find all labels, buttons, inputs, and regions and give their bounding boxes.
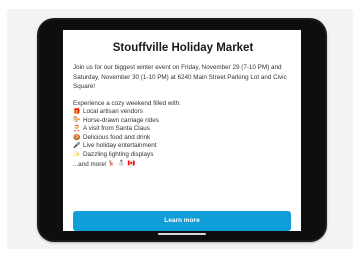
feature-label: Delicious food and drink (83, 133, 151, 141)
tablet-screen: Stouffville Holiday Market Join us for o… (63, 30, 301, 231)
horse-icon: 🐎 (73, 117, 81, 124)
list-item: ✨ Dazzling lighting displays (73, 151, 293, 160)
tablet-frame: Stouffville Holiday Market Join us for o… (37, 18, 327, 242)
snowman-icon: ⛄ (117, 160, 126, 167)
home-indicator (158, 233, 206, 235)
more-text: ...and more! (73, 160, 107, 168)
feature-label: A visit from Santa Claus (83, 125, 150, 133)
feature-label: Dazzling lighting displays (83, 151, 154, 159)
microphone-icon: 🎤 (73, 143, 81, 150)
event-title: Stouffville Holiday Market (112, 42, 254, 54)
more-row: ...and more! 🦌 ⛄ 🇨🇦 (73, 160, 293, 169)
list-item: 🎅 A visit from Santa Claus (73, 125, 293, 134)
santa-icon: 🎅 (73, 126, 81, 133)
deer-icon: 🦌 (107, 160, 116, 167)
feature-label: Local artisan vendors (83, 108, 143, 116)
learn-more-button[interactable]: Learn more (73, 211, 291, 231)
list-item: 🍪 Delicious food and drink (73, 134, 293, 143)
features-lead: Experience a cozy weekend filled with: (73, 99, 181, 107)
gift-icon: 🎁 (73, 108, 81, 115)
list-item: 🎤 Live holiday entertainment (73, 142, 293, 151)
canada-flag-icon: 🇨🇦 (127, 160, 136, 167)
list-item: 🎁 Local artisan vendors (73, 108, 293, 117)
feature-label: Horse-drawn carriage rides (83, 116, 159, 124)
list-item: 🐎 Horse-drawn carriage rides (73, 117, 293, 126)
feature-label: Live holiday entertainment (83, 142, 157, 150)
event-content: Stouffville Holiday Market Join us for o… (73, 42, 293, 169)
cookie-icon: 🍪 (73, 134, 81, 141)
sparkles-icon: ✨ (73, 151, 81, 158)
event-intro: Join us for our biggest winter event on … (73, 64, 287, 90)
features-list: 🎁 Local artisan vendors 🐎 Horse-drawn ca… (73, 108, 293, 160)
